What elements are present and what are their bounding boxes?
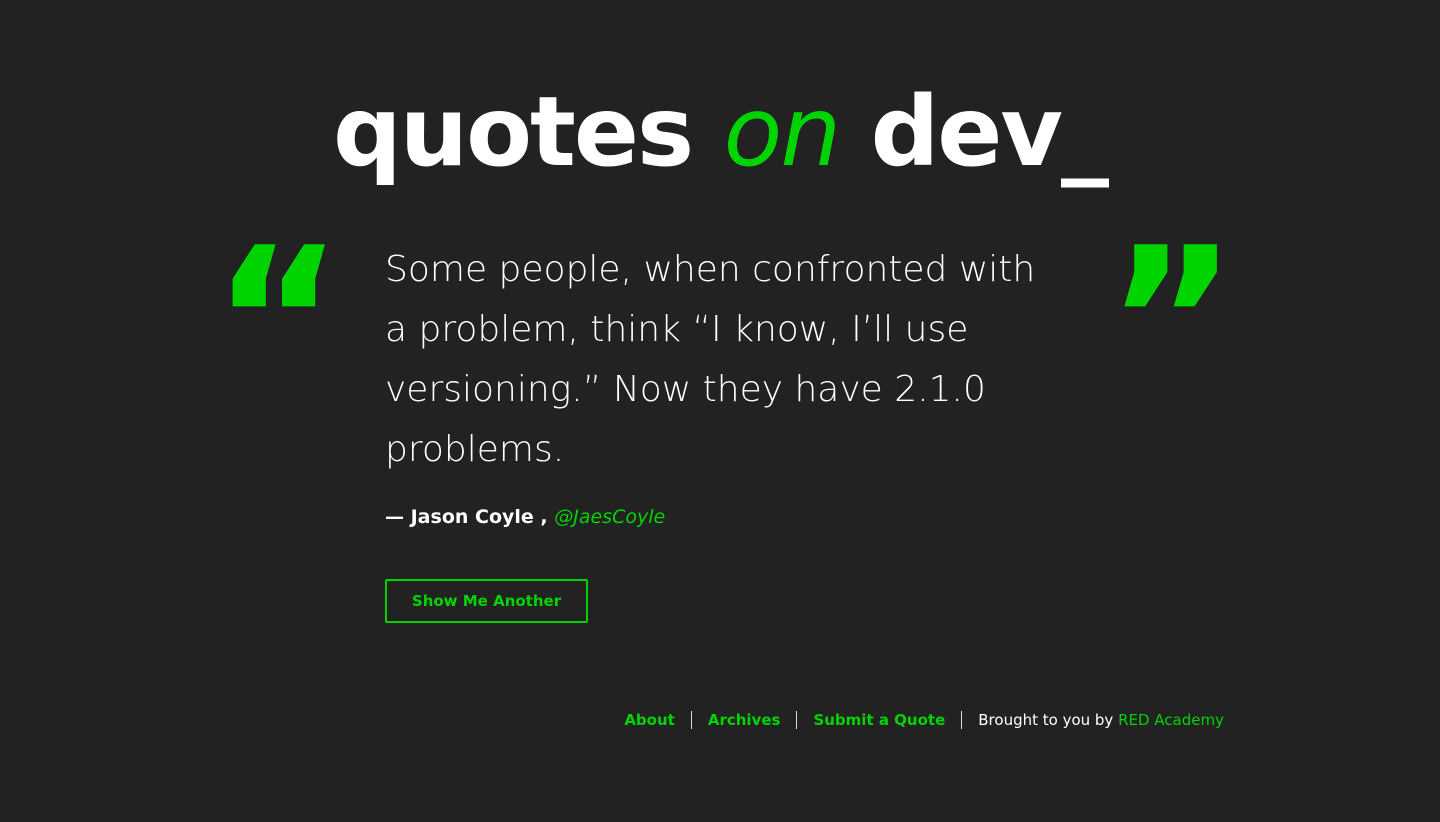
footer-nav: About Archives Submit a Quote Brought to…	[624, 706, 1224, 734]
close-quote-icon: ”	[1106, 222, 1226, 354]
site-title: quotes on dev_	[0, 72, 1440, 192]
quote-text: Some people, when confronted with a prob…	[385, 249, 1036, 470]
footer-divider	[690, 711, 692, 729]
site-title-dev: dev_	[870, 76, 1109, 188]
footer-divider	[961, 711, 963, 729]
quote-source-link[interactable]: @JaesCoyle	[554, 506, 665, 528]
footer-link-submit-quote[interactable]: Submit a Quote	[813, 711, 945, 729]
quote-attribution: — Jason Coyle , @JaesCoyle	[385, 502, 665, 532]
footer-credit-text: Brought to you by	[978, 711, 1114, 729]
footer-link-about[interactable]: About	[624, 711, 675, 729]
footer-link-archives[interactable]: Archives	[708, 711, 781, 729]
site-title-on: on	[723, 76, 842, 188]
open-quote-icon: “	[212, 222, 332, 354]
quote-author: — Jason Coyle ,	[385, 506, 548, 528]
show-another-button[interactable]: Show Me Another	[385, 579, 588, 623]
footer-divider	[796, 711, 798, 729]
footer-credit: Brought to you by RED Academy	[978, 711, 1224, 729]
site-title-quotes: quotes	[333, 76, 694, 188]
footer-credit-link[interactable]: RED Academy	[1118, 711, 1224, 729]
